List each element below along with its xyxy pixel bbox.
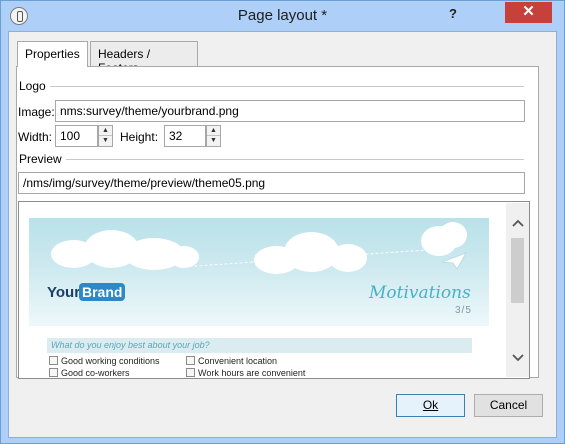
- checkbox-icon: [49, 356, 58, 365]
- preview-banner: [29, 218, 489, 326]
- image-path-field[interactable]: nms:survey/theme/yourbrand.png: [55, 100, 525, 122]
- stepper-up-icon[interactable]: ▲: [207, 126, 220, 136]
- preview-heading: Motivations: [369, 283, 471, 303]
- preview-page-count: 3/5: [455, 305, 472, 316]
- dialog-client-area: Properties Headers / Footers Logo Image:…: [8, 31, 557, 438]
- preview-option: Work hours are convenient: [186, 368, 305, 378]
- title-bar[interactable]: Page layout * ? ✕: [1, 1, 564, 31]
- height-stepper[interactable]: ▲ ▼: [206, 125, 221, 147]
- height-label: Height:: [120, 130, 159, 144]
- checkbox-icon: [186, 368, 195, 377]
- width-stepper[interactable]: ▲ ▼: [98, 125, 113, 147]
- properties-pane: Logo Image: nms:survey/theme/yourbrand.p…: [16, 66, 539, 379]
- preview-option: Good co-workers: [49, 368, 130, 378]
- preview-image-box: Your Brand Motivations 3/5 What do you e…: [18, 201, 530, 379]
- checkbox-icon: [49, 368, 58, 377]
- brand-logo-brand: Brand: [79, 283, 126, 301]
- brand-logo-your: Your: [47, 284, 81, 301]
- height-field[interactable]: 32: [164, 125, 206, 147]
- ok-button[interactable]: Ok: [396, 394, 465, 417]
- preview-scrollbar[interactable]: [506, 203, 529, 377]
- preview-path-field[interactable]: /nms/img/survey/theme/preview/theme05.pn…: [18, 172, 525, 194]
- paper-plane-icon: [441, 252, 467, 270]
- checkbox-icon: [186, 356, 195, 365]
- stepper-down-icon[interactable]: ▼: [207, 136, 220, 146]
- image-label: Image:: [18, 105, 55, 119]
- scrollbar-thumb[interactable]: [511, 238, 524, 303]
- width-field[interactable]: 100: [55, 125, 98, 147]
- page-layout-dialog: Page layout * ? ✕ Properties Headers / F…: [0, 0, 565, 444]
- help-button[interactable]: ?: [438, 6, 468, 27]
- width-label: Width:: [18, 130, 53, 144]
- close-icon: ✕: [522, 3, 535, 20]
- cloud-shape: [329, 244, 367, 272]
- tab-properties[interactable]: Properties: [17, 41, 88, 67]
- preview-option: Convenient location: [186, 356, 277, 366]
- preview-group-label: Preview: [19, 152, 66, 166]
- logo-group-label: Logo: [19, 79, 50, 93]
- tab-headers-footers[interactable]: Headers / Footers: [90, 41, 198, 75]
- ok-button-label: Ok: [422, 398, 439, 412]
- chevron-down-icon[interactable]: [506, 348, 529, 368]
- close-button[interactable]: ✕: [505, 2, 552, 23]
- stepper-down-icon[interactable]: ▼: [99, 136, 112, 146]
- cancel-button[interactable]: Cancel: [474, 394, 543, 417]
- stepper-up-icon[interactable]: ▲: [99, 126, 112, 136]
- preview-question: What do you enjoy best about your job?: [47, 338, 472, 353]
- window-title: Page layout *: [237, 7, 328, 24]
- cancel-button-label: Cancel: [489, 398, 528, 412]
- cloud-shape: [439, 222, 467, 248]
- logo-group-divider: [19, 86, 524, 87]
- theme-preview-image: Your Brand Motivations 3/5 What do you e…: [29, 218, 489, 378]
- chevron-up-icon[interactable]: [506, 213, 529, 233]
- preview-option: Good working conditions: [49, 356, 160, 366]
- preview-group-divider: [19, 159, 524, 160]
